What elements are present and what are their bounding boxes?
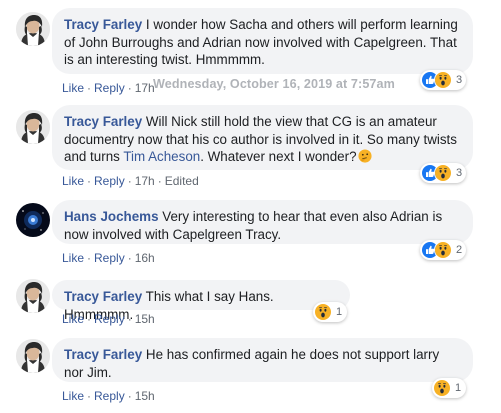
avatar[interactable] bbox=[16, 12, 50, 46]
avatar-image bbox=[16, 279, 50, 313]
comment-author[interactable]: Tracy Farley bbox=[64, 17, 142, 32]
like-link[interactable]: Like bbox=[62, 174, 84, 188]
like-link[interactable]: Like bbox=[62, 312, 84, 326]
comment-bubble: Tracy Farley I wonder how Sacha and othe… bbox=[52, 8, 473, 74]
timestamp[interactable]: 16h bbox=[135, 251, 155, 265]
wow-icon bbox=[434, 71, 452, 89]
reaction-count: 3 bbox=[456, 74, 463, 86]
comment-actions: Like · Reply · 17h bbox=[62, 81, 155, 95]
timestamp[interactable]: 15h bbox=[135, 312, 155, 326]
timestamp[interactable]: 17h bbox=[135, 174, 155, 188]
comment-bubble: Tracy Farley This what I say Hans. Hmmmm… bbox=[52, 280, 350, 322]
wow-icon bbox=[433, 379, 451, 397]
mention-link[interactable]: Tim Acheson bbox=[123, 149, 200, 164]
comment-actions: Like · Reply · 15h bbox=[62, 389, 155, 403]
separator: · bbox=[127, 312, 132, 326]
comment-text-end: . Whatever next I wonder? bbox=[200, 149, 357, 164]
reactions-summary[interactable]: 3 bbox=[420, 70, 466, 90]
avatar[interactable] bbox=[16, 339, 50, 373]
comment-author[interactable]: Hans Jochems bbox=[64, 209, 159, 224]
comment-actions: Like · Reply · 16h bbox=[62, 251, 155, 265]
like-link[interactable]: Like bbox=[62, 81, 84, 95]
comment-actions: Like · Reply · 17h · Edited bbox=[62, 174, 199, 188]
edited-label[interactable]: Edited bbox=[165, 174, 199, 188]
separator: · bbox=[127, 174, 132, 188]
separator: · bbox=[127, 251, 132, 265]
comment-author[interactable]: Tracy Farley bbox=[64, 289, 142, 304]
avatar-image bbox=[16, 110, 50, 144]
reply-link[interactable]: Reply bbox=[94, 81, 125, 95]
wow-icon bbox=[434, 241, 452, 259]
separator: · bbox=[127, 389, 132, 403]
timestamp[interactable]: 17h bbox=[135, 81, 155, 95]
reaction-count: 2 bbox=[456, 244, 463, 256]
separator: · bbox=[157, 174, 162, 188]
reply-link[interactable]: Reply bbox=[94, 174, 125, 188]
reply-link[interactable]: Reply bbox=[94, 251, 125, 265]
like-link[interactable]: Like bbox=[62, 251, 84, 265]
comment-bubble: Tracy Farley Will Nick still hold the vi… bbox=[52, 105, 473, 170]
reactions-summary[interactable]: 3 bbox=[420, 163, 466, 183]
avatar[interactable] bbox=[16, 110, 50, 144]
reactions-summary[interactable]: 1 bbox=[313, 302, 347, 322]
avatar-image bbox=[16, 12, 50, 46]
comment-bubble: Tracy Farley He has confirmed again he d… bbox=[52, 338, 473, 382]
reaction-count: 1 bbox=[455, 382, 462, 394]
separator: · bbox=[127, 81, 132, 95]
timestamp[interactable]: 15h bbox=[135, 389, 155, 403]
reactions-summary[interactable]: 2 bbox=[420, 240, 466, 260]
reply-link[interactable]: Reply bbox=[94, 389, 125, 403]
comment-author[interactable]: Tracy Farley bbox=[64, 114, 142, 129]
like-link[interactable]: Like bbox=[62, 389, 84, 403]
separator: · bbox=[87, 312, 92, 326]
wow-icon bbox=[434, 164, 452, 182]
separator: · bbox=[87, 389, 92, 403]
comment-bubble: Hans Jochems Very interesting to hear th… bbox=[52, 200, 473, 244]
reaction-count: 1 bbox=[336, 306, 343, 318]
separator: · bbox=[87, 81, 92, 95]
avatar[interactable] bbox=[16, 279, 50, 313]
thinking-emoji bbox=[357, 149, 372, 163]
wow-icon bbox=[314, 303, 332, 321]
timestamp-tooltip: Wednesday, October 16, 2019 at 7:57am bbox=[153, 77, 395, 91]
separator: · bbox=[87, 174, 92, 188]
reaction-count: 3 bbox=[456, 167, 463, 179]
comment-author[interactable]: Tracy Farley bbox=[64, 347, 142, 362]
separator: · bbox=[87, 251, 92, 265]
reactions-summary[interactable]: 1 bbox=[432, 378, 466, 398]
comment-actions: Like · Reply · 15h bbox=[62, 312, 155, 326]
reply-link[interactable]: Reply bbox=[94, 312, 125, 326]
avatar-image bbox=[16, 339, 50, 373]
avatar-image bbox=[16, 203, 50, 237]
avatar[interactable] bbox=[16, 203, 50, 237]
